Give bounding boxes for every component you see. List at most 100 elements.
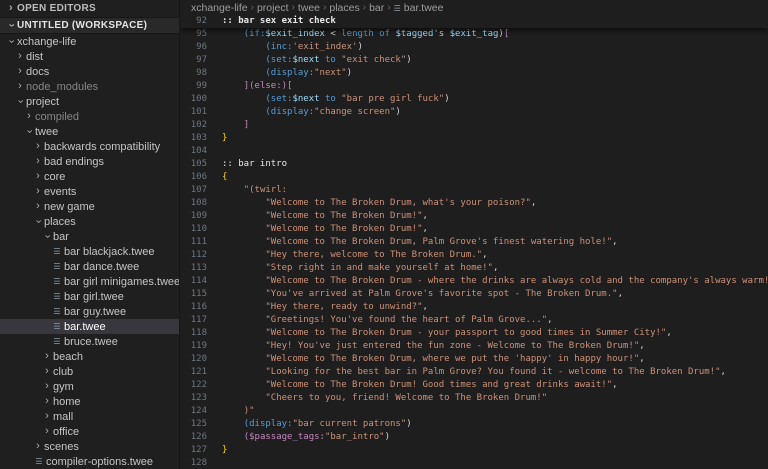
twee-file-icon: ☰ (50, 307, 64, 316)
code-line-97[interactable]: 97 (set:$next to "exit check") (180, 54, 768, 67)
tree-folder-club[interactable]: ›club (0, 364, 179, 379)
line-number: 128 (180, 457, 222, 469)
tree-folder-docs[interactable]: ›docs (0, 64, 179, 79)
line-number: 122 (180, 379, 222, 392)
tree-folder-office[interactable]: ›office (0, 424, 179, 439)
explorer-sidebar: › OPEN EDITORS › UNTITLED (WORKSPACE) ›x… (0, 0, 180, 469)
tree-folder-backwards-compatibility[interactable]: ›backwards compatibility (0, 139, 179, 154)
tree-item-label: twee (35, 126, 58, 138)
code-line-98[interactable]: 98 (display:"next") (180, 67, 768, 80)
code-line-95[interactable]: 95 (if:$exit_index < length of $tagged's… (180, 28, 768, 41)
line-number: 124 (180, 405, 222, 418)
sticky-code-line[interactable]: 92:: bar sex exit check (180, 15, 768, 28)
line-number: 112 (180, 249, 222, 262)
chevron-right-icon: › (41, 351, 53, 362)
tree-file-bar-twee[interactable]: ☰bar.twee (0, 319, 179, 334)
tree-folder-scenes[interactable]: ›scenes (0, 439, 179, 454)
tree-folder-new-game[interactable]: ›new game (0, 199, 179, 214)
code-line-116[interactable]: 116 "Hey there, ready to unwind?", (180, 301, 768, 314)
tree-file-compiler-options-twee[interactable]: ☰compiler-options.twee (0, 454, 179, 469)
code-line-107[interactable]: 107 "(twirl: (180, 184, 768, 197)
code-line-109[interactable]: 109 "Welcome to The Broken Drum!", (180, 210, 768, 223)
line-text: "Step right in and make yourself at home… (222, 262, 768, 275)
code-line-115[interactable]: 115 "You've arrived at Palm Grove's favo… (180, 288, 768, 301)
line-text (222, 457, 768, 469)
tree-folder-project[interactable]: ›project (0, 94, 179, 109)
code-line-113[interactable]: 113 "Step right in and make yourself at … (180, 262, 768, 275)
tree-folder-core[interactable]: ›core (0, 169, 179, 184)
code-line-108[interactable]: 108 "Welcome to The Broken Drum, what's … (180, 197, 768, 210)
tree-folder-gym[interactable]: ›gym (0, 379, 179, 394)
line-text: } (222, 132, 768, 145)
tree-file-bar-blackjack-twee[interactable]: ☰bar blackjack.twee (0, 244, 179, 259)
code-line-123[interactable]: 123 "Cheers to you, friend! Welcome to T… (180, 392, 768, 405)
chevron-right-icon: › (41, 381, 53, 392)
open-editors-header[interactable]: › OPEN EDITORS (0, 0, 179, 17)
code-line-110[interactable]: 110 "Welcome to The Broken Drum!", (180, 223, 768, 236)
tree-folder-bar[interactable]: ›bar (0, 229, 179, 244)
tree-folder-home[interactable]: ›home (0, 394, 179, 409)
breadcrumb-item-project[interactable]: project (255, 2, 291, 14)
code-line-112[interactable]: 112 "Hey there, welcome to The Broken Dr… (180, 249, 768, 262)
code-line-99[interactable]: 99 ](else:)[ (180, 80, 768, 93)
breadcrumb-item-bar-twee[interactable]: ☰bar.twee (392, 2, 446, 14)
line-text: :: bar intro (222, 158, 768, 171)
line-text: (set:$next to "bar pre girl fuck") (222, 93, 768, 106)
code-line-117[interactable]: 117 "Greetings! You've found the heart o… (180, 314, 768, 327)
code-line-126[interactable]: 126 ($passage_tags:"bar_intro") (180, 431, 768, 444)
tree-file-bar-girl-twee[interactable]: ☰bar girl.twee (0, 289, 179, 304)
code-line-124[interactable]: 124 )" (180, 405, 768, 418)
tree-folder-xchange-life[interactable]: ›xchange-life (0, 34, 179, 49)
tree-folder-twee[interactable]: ›twee (0, 124, 179, 139)
tree-folder-compiled[interactable]: ›compiled (0, 109, 179, 124)
tree-folder-events[interactable]: ›events (0, 184, 179, 199)
code-line-114[interactable]: 114 "Welcome to The Broken Drum - where … (180, 275, 768, 288)
tree-folder-node-modules[interactable]: ›node_modules (0, 79, 179, 94)
tree-file-bruce-twee[interactable]: ☰bruce.twee (0, 334, 179, 349)
tree-folder-mall[interactable]: ›mall (0, 409, 179, 424)
tree-folder-bad-endings[interactable]: ›bad endings (0, 154, 179, 169)
code-line-103[interactable]: 103} (180, 132, 768, 145)
code-line-100[interactable]: 100 (set:$next to "bar pre girl fuck") (180, 93, 768, 106)
code-line-101[interactable]: 101 (display:"change screen") (180, 106, 768, 119)
tree-item-label: new game (44, 201, 95, 213)
line-text: "Welcome to The Broken Drum!", (222, 210, 768, 223)
tree-file-bar-girl-minigames-twee[interactable]: ☰bar girl minigames.twee (0, 274, 179, 289)
code-line-119[interactable]: 119 "Hey! You've just entered the fun zo… (180, 340, 768, 353)
code-line-122[interactable]: 122 "Welcome to The Broken Drum! Good ti… (180, 379, 768, 392)
tree-item-label: bruce.twee (64, 336, 118, 348)
chevron-down-icon: › (24, 126, 35, 138)
code-line-106[interactable]: 106{ (180, 171, 768, 184)
tree-folder-dist[interactable]: ›dist (0, 49, 179, 64)
tree-item-label: bar girl.twee (64, 291, 124, 303)
line-text: (display:"next") (222, 67, 768, 80)
code-line-127[interactable]: 127} (180, 444, 768, 457)
line-number: 113 (180, 262, 222, 275)
code-line-120[interactable]: 120 "Welcome to The Broken Drum, where w… (180, 353, 768, 366)
code-line-105[interactable]: 105:: bar intro (180, 158, 768, 171)
code-line-121[interactable]: 121 "Looking for the best bar in Palm Gr… (180, 366, 768, 379)
line-text: "Welcome to The Broken Drum!", (222, 223, 768, 236)
tree-folder-beach[interactable]: ›beach (0, 349, 179, 364)
code-line-128[interactable]: 128 (180, 457, 768, 469)
breadcrumb-item-places[interactable]: places (327, 2, 361, 14)
tree-file-bar-dance-twee[interactable]: ☰bar dance.twee (0, 259, 179, 274)
tree-item-label: bar guy.twee (64, 306, 126, 318)
code-line-104[interactable]: 104 (180, 145, 768, 158)
code-editor[interactable]: 92:: bar sex exit check 95 (if:$exit_ind… (180, 15, 768, 469)
code-line-125[interactable]: 125 (display:"bar current patrons") (180, 418, 768, 431)
breadcrumb-item-twee[interactable]: twee (296, 2, 322, 14)
tree-folder-places[interactable]: ›places (0, 214, 179, 229)
code-line-118[interactable]: 118 "Welcome to The Broken Drum - your p… (180, 327, 768, 340)
code-line-102[interactable]: 102 ] (180, 119, 768, 132)
tree-item-label: bar girl minigames.twee (64, 276, 179, 288)
breadcrumb-item-xchange-life[interactable]: xchange-life (189, 2, 250, 14)
line-number: 115 (180, 288, 222, 301)
workspace-header[interactable]: › UNTITLED (WORKSPACE) (0, 17, 179, 34)
sticky-scroll[interactable]: 92:: bar sex exit check (180, 15, 768, 28)
line-text: "Welcome to The Broken Drum - your passp… (222, 327, 768, 340)
code-line-111[interactable]: 111 "Welcome to The Broken Drum, Palm Gr… (180, 236, 768, 249)
tree-file-bar-guy-twee[interactable]: ☰bar guy.twee (0, 304, 179, 319)
breadcrumb-item-bar[interactable]: bar (367, 2, 386, 14)
code-line-96[interactable]: 96 (inc:'exit_index') (180, 41, 768, 54)
